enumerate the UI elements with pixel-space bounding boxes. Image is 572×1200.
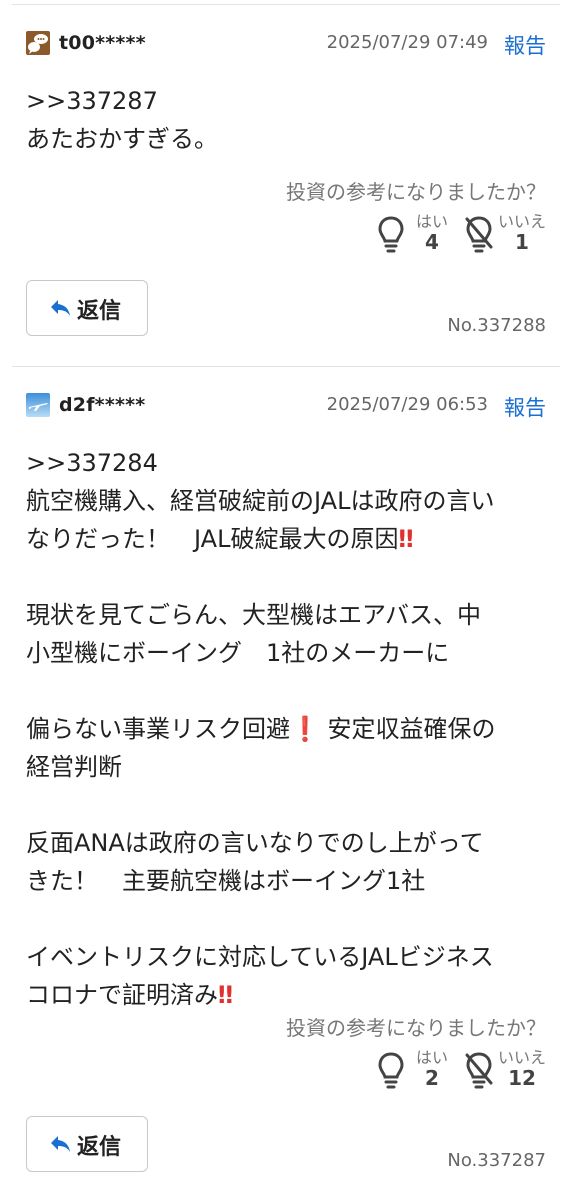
post-text-line: イベントリスクに対応しているJALビジネス bbox=[26, 943, 494, 971]
post-number: No.337287 bbox=[447, 1150, 546, 1171]
report-link[interactable]: 報告 bbox=[504, 392, 546, 422]
post-text-fragment: なりだった！ JAL破綻最大の原因 bbox=[26, 525, 399, 553]
post-text-line: きた！ 主要航空機はボーイング1社 bbox=[26, 867, 426, 895]
vote-yes-count: 4 bbox=[425, 230, 439, 254]
double-exclamation-emoji: ‼ bbox=[398, 525, 414, 553]
vote-no-label: いいえ bbox=[497, 212, 546, 231]
reply-label: 返信 bbox=[77, 299, 122, 324]
vote-no-label: いいえ bbox=[497, 1048, 546, 1067]
chat-bubble-avatar-icon bbox=[26, 31, 50, 55]
reply-arrow-icon bbox=[51, 1136, 70, 1152]
post-text-line: コロナで証明済み‼ bbox=[26, 976, 552, 1014]
exclamation-emoji: ❗ bbox=[290, 715, 320, 743]
reply-label: 返信 bbox=[77, 1135, 122, 1160]
lightbulb-icon[interactable] bbox=[376, 1050, 406, 1090]
post-text-fragment: 安定収益確保の bbox=[319, 715, 496, 743]
vote-yes-label: はい bbox=[415, 212, 448, 231]
post-timestamp: 2025/07/29 06:53 bbox=[326, 394, 488, 415]
vote-yes-count: 2 bbox=[425, 1066, 439, 1090]
post-text-line: 小型機にボーイング 1社のメーカーに bbox=[26, 639, 450, 667]
vote-question: 投資の参考になりましたか？ bbox=[286, 180, 546, 204]
lightbulb-off-icon[interactable] bbox=[464, 1050, 494, 1090]
reply-arrow-icon bbox=[51, 300, 70, 316]
lightbulb-off-icon[interactable] bbox=[464, 214, 494, 254]
post-number: No.337288 bbox=[447, 315, 546, 336]
lightbulb-icon[interactable] bbox=[376, 214, 406, 254]
post-header: t00***** 2025/07/29 07:49 報告 bbox=[26, 30, 546, 58]
vote-row: はい 4 いいえ 1 bbox=[346, 208, 546, 260]
reply-button[interactable]: 返信 bbox=[26, 1116, 148, 1172]
vote-yes-label: はい bbox=[415, 1048, 448, 1067]
top-divider bbox=[12, 4, 560, 5]
vote-question: 投資の参考になりましたか？ bbox=[286, 1016, 546, 1040]
post-card: d2f***** 2025/07/29 06:53 報告 >>337284 航空… bbox=[0, 392, 572, 1192]
post-text-line: なりだった！ JAL破綻最大の原因‼ bbox=[26, 520, 552, 558]
post-text-fragment: 偏らない事業リスク回避 bbox=[26, 715, 290, 743]
post-text-fragment: コロナで証明済み bbox=[26, 981, 218, 1009]
post-text-line: 偏らない事業リスク回避❗ 安定収益確保の bbox=[26, 710, 552, 748]
username[interactable]: t00***** bbox=[59, 32, 146, 54]
post-text-line: あたおかすぎる。 bbox=[26, 125, 218, 153]
vote-no-count: 1 bbox=[515, 230, 529, 254]
username[interactable]: d2f***** bbox=[59, 394, 145, 416]
post-timestamp: 2025/07/29 07:49 bbox=[326, 32, 488, 53]
post-text-line: 航空機購入、経営破綻前のJALは政府の言い bbox=[26, 487, 495, 515]
double-exclamation-emoji: ‼ bbox=[218, 981, 234, 1009]
post-card: t00***** 2025/07/29 07:49 報告 >>337287 あた… bbox=[0, 30, 572, 360]
post-text-line: 反面ANAは政府の言いなりでのし上がって bbox=[26, 829, 484, 857]
reply-reference-link[interactable]: >>337287 bbox=[26, 82, 552, 120]
post-text-line: 経営判断 bbox=[26, 753, 122, 781]
post-divider bbox=[12, 366, 560, 367]
post-text-line: 現状を見てごらん、大型機はエアバス、中 bbox=[26, 601, 482, 629]
post-header: d2f***** 2025/07/29 06:53 報告 bbox=[26, 392, 546, 420]
airplane-sky-avatar-icon bbox=[26, 393, 50, 417]
reply-reference-link[interactable]: >>337284 bbox=[26, 444, 552, 482]
report-link[interactable]: 報告 bbox=[504, 30, 546, 60]
vote-no-count: 12 bbox=[508, 1066, 536, 1090]
post-body: >>337287 あたおかすぎる。 bbox=[26, 82, 552, 158]
reply-button[interactable]: 返信 bbox=[26, 280, 148, 336]
post-body: >>337284 航空機購入、経営破綻前のJALは政府の言い なりだった！ JA… bbox=[26, 444, 552, 1014]
vote-row: はい 2 いいえ 12 bbox=[346, 1044, 546, 1096]
